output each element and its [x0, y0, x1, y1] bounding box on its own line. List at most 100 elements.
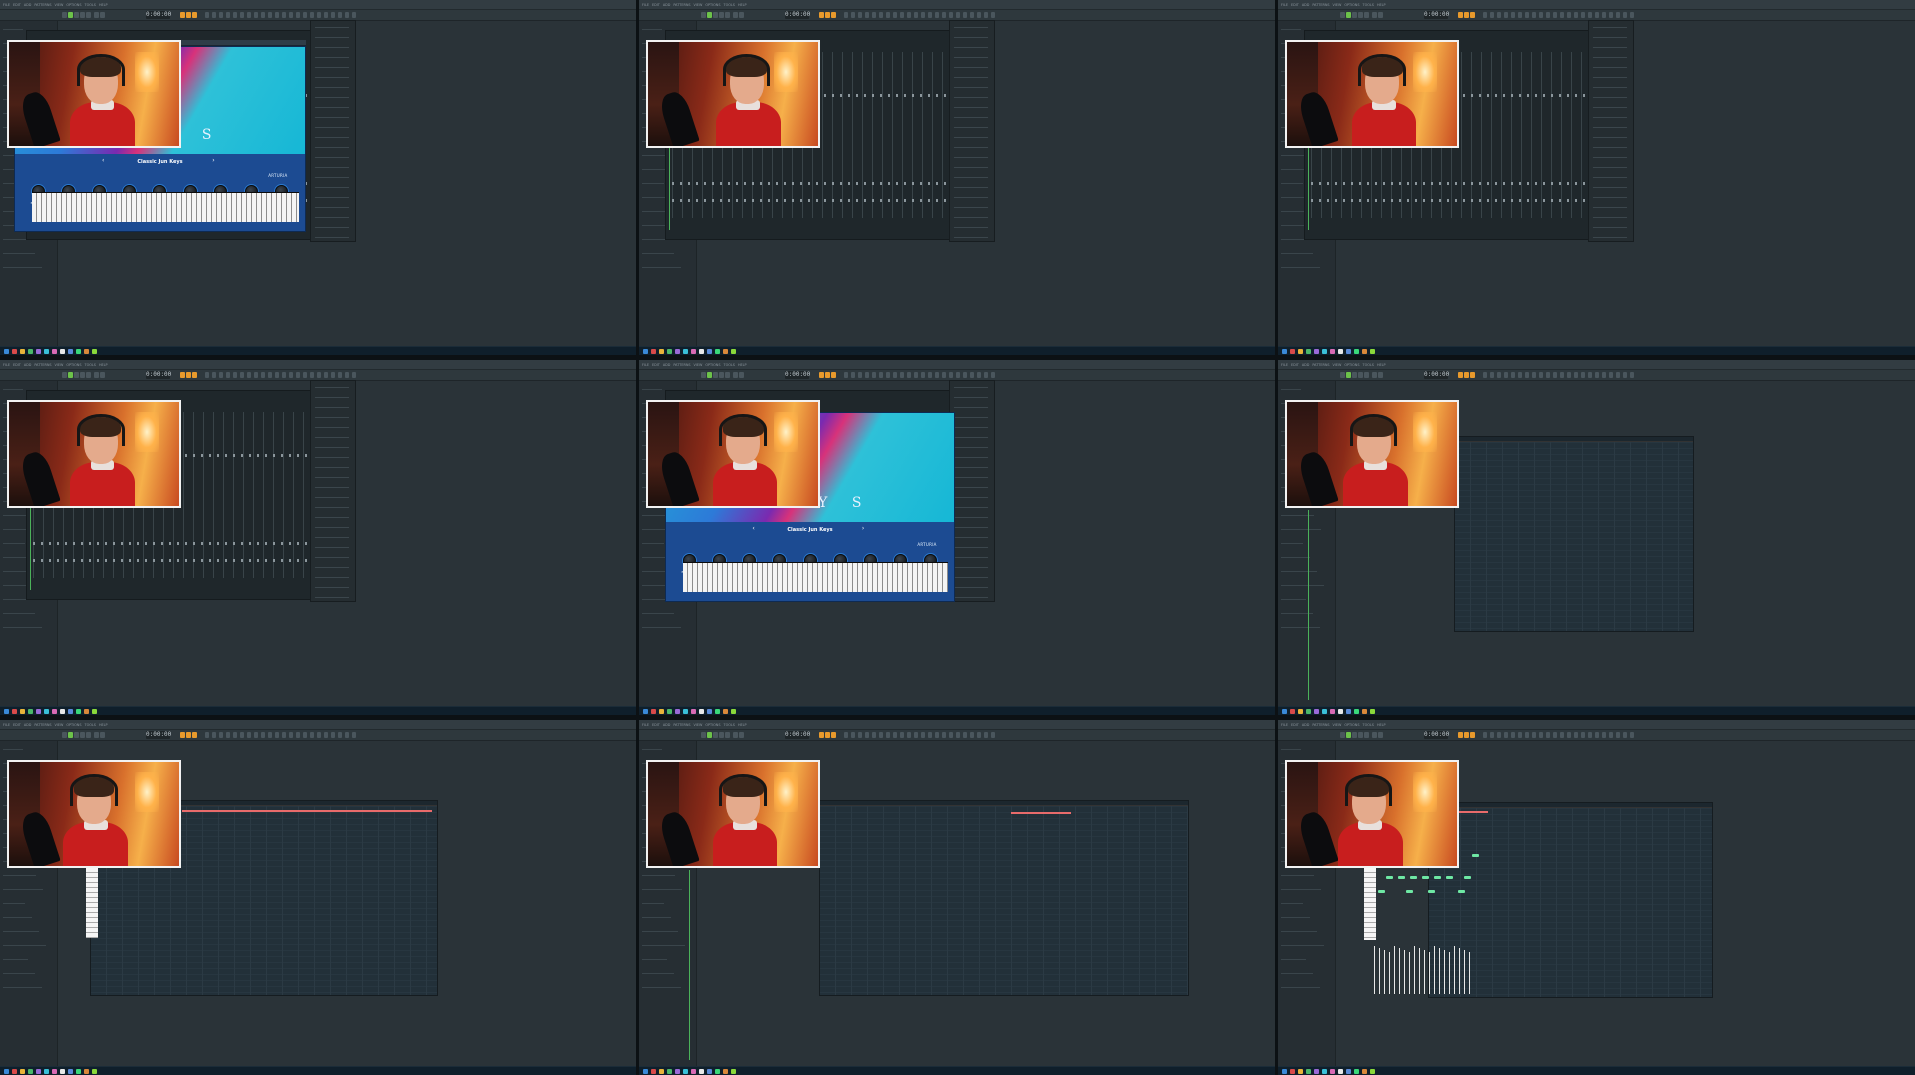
menu-tools[interactable]: TOOLS: [724, 723, 735, 727]
insert-slot[interactable]: [954, 577, 988, 578]
insert-slot[interactable]: [315, 137, 349, 138]
taskbar-app-icon[interactable]: [1338, 349, 1343, 354]
browser-item[interactable]: [642, 183, 664, 184]
insert-slot[interactable]: [1593, 57, 1627, 58]
insert-slot[interactable]: [1593, 197, 1627, 198]
menu-tools[interactable]: TOOLS: [724, 3, 735, 7]
toolbar-button[interactable]: [970, 732, 974, 738]
taskbar-app-icon[interactable]: [1322, 709, 1327, 714]
toolbar-button[interactable]: [1497, 372, 1501, 378]
taskbar-app-icon[interactable]: [28, 349, 33, 354]
toolbar-button[interactable]: [317, 12, 321, 18]
taskbar-app-icon[interactable]: [68, 709, 73, 714]
menu-add[interactable]: ADD: [663, 363, 671, 367]
mixer-channel-strip[interactable]: [822, 51, 823, 219]
toolbar-button[interactable]: [1581, 372, 1585, 378]
browser-item[interactable]: [1281, 945, 1324, 946]
insert-slot[interactable]: [315, 117, 349, 118]
velocity-bar[interactable]: [1429, 952, 1430, 994]
mixer-channel-strip[interactable]: [1501, 51, 1502, 219]
toolbar-button[interactable]: [1581, 12, 1585, 18]
song-icon[interactable]: [86, 372, 91, 378]
toolbar-button[interactable]: [205, 372, 209, 378]
toolbar-button[interactable]: [879, 12, 883, 18]
taskbar-app-icon[interactable]: [691, 709, 696, 714]
toolbar-button[interactable]: [935, 732, 939, 738]
taskbar-app-icon[interactable]: [1330, 1069, 1335, 1074]
pattern-icon[interactable]: [719, 372, 724, 378]
insert-slot[interactable]: [315, 537, 349, 538]
toolbar-button[interactable]: [1630, 12, 1634, 18]
insert-slot[interactable]: [954, 227, 988, 228]
taskbar-app-icon[interactable]: [84, 709, 89, 714]
velocity-bar[interactable]: [1399, 948, 1400, 994]
toolbar-button[interactable]: [1539, 732, 1543, 738]
menu-help[interactable]: HELP: [99, 3, 108, 7]
browser-item[interactable]: [1281, 627, 1320, 628]
browser-item[interactable]: [3, 931, 39, 932]
insert-slot[interactable]: [1593, 147, 1627, 148]
taskbar-app-icon[interactable]: [1330, 349, 1335, 354]
insert-slot[interactable]: [1593, 77, 1627, 78]
piano-roll-grid[interactable]: [820, 801, 1188, 995]
menu-add[interactable]: ADD: [1302, 363, 1310, 367]
menu-tools[interactable]: TOOLS: [1363, 723, 1374, 727]
insert-slot[interactable]: [315, 217, 349, 218]
browser-item[interactable]: [3, 239, 28, 240]
menu-patterns[interactable]: PATTERNS: [34, 723, 51, 727]
toolbar-button[interactable]: [282, 732, 286, 738]
toolbar-button[interactable]: [970, 372, 974, 378]
taskbar-app-icon[interactable]: [667, 709, 672, 714]
insert-slot[interactable]: [1593, 137, 1627, 138]
toolbar-button[interactable]: [303, 12, 307, 18]
insert-slot[interactable]: [954, 527, 988, 528]
toolbar-tool-icon[interactable]: [1464, 372, 1469, 378]
toolbar-tool-icon[interactable]: [1458, 732, 1463, 738]
insert-slot[interactable]: [1593, 37, 1627, 38]
toolbar-button[interactable]: [1602, 372, 1606, 378]
toolbar-button[interactable]: [338, 12, 342, 18]
insert-slot[interactable]: [954, 437, 988, 438]
toolbar-tool-icon[interactable]: [192, 12, 197, 18]
mixer-channel-strip[interactable]: [1511, 51, 1512, 219]
insert-slot[interactable]: [954, 567, 988, 568]
toolbar-button[interactable]: [1602, 732, 1606, 738]
snap-icon[interactable]: [100, 12, 105, 18]
mixer-channel-strip[interactable]: [233, 411, 234, 579]
toolbar-button[interactable]: [219, 732, 223, 738]
toolbar-button[interactable]: [1532, 732, 1536, 738]
note[interactable]: [1458, 890, 1465, 893]
taskbar-app-icon[interactable]: [44, 1069, 49, 1074]
menu-view[interactable]: VIEW: [1333, 723, 1342, 727]
preset-next-arrow[interactable]: ›: [212, 157, 214, 164]
taskbar-app-icon[interactable]: [683, 349, 688, 354]
toolbar-button[interactable]: [865, 732, 869, 738]
browser-item[interactable]: [1281, 917, 1310, 918]
browser-item[interactable]: [1281, 389, 1301, 390]
toolbar-button[interactable]: [935, 372, 939, 378]
snap-icon[interactable]: [739, 372, 744, 378]
insert-slot[interactable]: [954, 237, 988, 238]
menu-view[interactable]: VIEW: [55, 363, 64, 367]
insert-slot[interactable]: [315, 27, 349, 28]
toolbar-button[interactable]: [949, 12, 953, 18]
browser-item[interactable]: [1281, 931, 1317, 932]
browser-item[interactable]: [3, 543, 25, 544]
toolbar-button[interactable]: [303, 732, 307, 738]
taskbar-app-icon[interactable]: [643, 349, 648, 354]
taskbar-app-icon[interactable]: [683, 709, 688, 714]
song-icon[interactable]: [86, 732, 91, 738]
toolbar-button[interactable]: [844, 372, 848, 378]
piano-roll-timeline[interactable]: [1455, 437, 1693, 442]
browser-item[interactable]: [1281, 987, 1320, 988]
toolbar-button[interactable]: [1539, 372, 1543, 378]
menu-options[interactable]: OPTIONS: [66, 3, 81, 7]
piano-roll-grid[interactable]: [1455, 437, 1693, 631]
menu-file[interactable]: FILE: [1281, 363, 1288, 367]
menu-tools[interactable]: TOOLS: [85, 723, 96, 727]
toolbar-button[interactable]: [205, 732, 209, 738]
toolbar-button[interactable]: [914, 732, 918, 738]
browser-item[interactable]: [1281, 571, 1317, 572]
menu-add[interactable]: ADD: [24, 723, 32, 727]
stop-icon[interactable]: [1346, 12, 1351, 18]
